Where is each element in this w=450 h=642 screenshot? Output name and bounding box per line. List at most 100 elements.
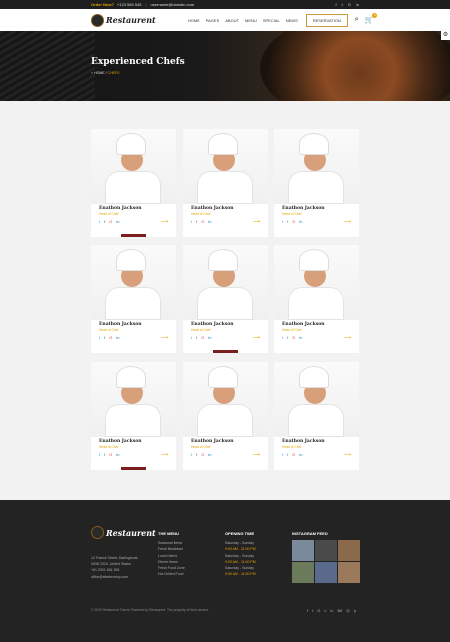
chef-name[interactable]: Enathon Jackson bbox=[99, 439, 142, 444]
dribbble-icon[interactable]: ◎ bbox=[346, 608, 350, 613]
twitter-icon[interactable]: t bbox=[282, 452, 283, 457]
chef-name[interactable]: Enathon Jackson bbox=[282, 439, 325, 444]
google-icon[interactable]: G bbox=[317, 608, 320, 613]
nav-item-menu[interactable]: MENU bbox=[245, 18, 257, 23]
chef-card[interactable]: Enathon Jackson Head of Chef t f Gin ⟶ bbox=[91, 362, 176, 470]
instagram-photo[interactable] bbox=[292, 540, 314, 561]
pinterest-icon[interactable]: p bbox=[354, 608, 356, 613]
google-icon[interactable]: G bbox=[292, 335, 295, 340]
hero-background bbox=[0, 31, 95, 101]
facebook-icon[interactable]: f bbox=[287, 452, 288, 457]
vimeo-icon[interactable]: v bbox=[324, 608, 326, 613]
facebook-icon[interactable]: f bbox=[104, 452, 105, 457]
chef-name[interactable]: Enathon Jackson bbox=[99, 322, 142, 327]
instagram-photo[interactable] bbox=[292, 562, 314, 583]
twitter-icon[interactable]: t bbox=[342, 2, 343, 7]
cart-icon[interactable]: 🛒 0 bbox=[365, 13, 378, 24]
site-logo[interactable]: Restaurent bbox=[91, 13, 156, 27]
twitter-icon[interactable]: t bbox=[99, 219, 100, 224]
twitter-icon[interactable]: t bbox=[312, 608, 313, 613]
behance-icon[interactable]: Bē bbox=[338, 608, 343, 613]
instagram-photo[interactable] bbox=[315, 540, 337, 561]
chef-card[interactable]: Enathon Jackson Head of Chef t f Gin ⟶ bbox=[274, 245, 359, 353]
chef-name[interactable]: Enathon Jackson bbox=[191, 439, 234, 444]
twitter-icon[interactable]: t bbox=[191, 219, 192, 224]
chef-card[interactable]: Enathon Jackson Head of Chef t f Gin ⟶ bbox=[274, 129, 359, 237]
linkedin-icon[interactable]: in bbox=[208, 219, 211, 224]
phone-text[interactable]: +123 565 545 bbox=[117, 2, 142, 7]
linkedin-icon[interactable]: in bbox=[116, 452, 119, 457]
facebook-icon[interactable]: f bbox=[307, 608, 308, 613]
arrow-right-icon[interactable]: ⟶ bbox=[253, 219, 260, 225]
footer-menu-item[interactable]: Fresh Breakfast bbox=[158, 546, 185, 552]
twitter-icon[interactable]: t bbox=[191, 335, 192, 340]
linkedin-icon[interactable]: in bbox=[330, 608, 333, 613]
instagram-photo[interactable] bbox=[338, 540, 360, 561]
arrow-right-icon[interactable]: ⟶ bbox=[344, 452, 351, 458]
reservation-button[interactable]: RESERVATION bbox=[305, 13, 348, 27]
twitter-icon[interactable]: t bbox=[282, 335, 283, 340]
linkedin-icon[interactable]: in bbox=[116, 219, 119, 224]
chef-name[interactable]: Enathon Jackson bbox=[191, 206, 234, 211]
instagram-photo[interactable] bbox=[338, 562, 360, 583]
arrow-right-icon[interactable]: ⟶ bbox=[344, 219, 351, 225]
chef-name[interactable]: Enathon Jackson bbox=[282, 206, 325, 211]
chef-name[interactable]: Enathon Jackson bbox=[99, 206, 142, 211]
arrow-right-icon[interactable]: ⟶ bbox=[253, 335, 260, 341]
google-icon[interactable]: G bbox=[292, 452, 295, 457]
nav-item-about[interactable]: ABOUT bbox=[225, 18, 239, 23]
search-icon[interactable]: ⌕ bbox=[355, 16, 359, 24]
google-icon[interactable]: G bbox=[201, 219, 204, 224]
facebook-icon[interactable]: f bbox=[196, 335, 197, 340]
settings-gear-icon[interactable]: ⚙ bbox=[441, 31, 450, 40]
google-icon[interactable]: G bbox=[292, 219, 295, 224]
twitter-icon[interactable]: t bbox=[191, 452, 192, 457]
twitter-icon[interactable]: t bbox=[99, 335, 100, 340]
arrow-right-icon[interactable]: ⟶ bbox=[344, 335, 351, 341]
google-icon[interactable]: G bbox=[109, 219, 112, 224]
chef-name[interactable]: Enathon Jackson bbox=[282, 322, 325, 327]
facebook-icon[interactable]: f bbox=[104, 335, 105, 340]
instagram-photo[interactable] bbox=[315, 562, 337, 583]
facebook-icon[interactable]: f bbox=[336, 2, 337, 7]
linkedin-icon[interactable]: in bbox=[299, 219, 302, 224]
facebook-icon[interactable]: f bbox=[104, 219, 105, 224]
twitter-icon[interactable]: t bbox=[99, 452, 100, 457]
google-icon[interactable]: G bbox=[348, 2, 351, 7]
twitter-icon[interactable]: t bbox=[282, 219, 283, 224]
arrow-right-icon[interactable]: ⟶ bbox=[161, 452, 168, 458]
facebook-icon[interactable]: f bbox=[196, 452, 197, 457]
footer-email[interactable]: office@sitedevelop.com bbox=[91, 574, 146, 580]
linkedin-icon[interactable]: in bbox=[356, 2, 359, 7]
arrow-right-icon[interactable]: ⟶ bbox=[253, 452, 260, 458]
nav-item-home[interactable]: HOME bbox=[188, 18, 200, 23]
nav-item-news[interactable]: NEWS bbox=[286, 18, 298, 23]
arrow-right-icon[interactable]: ⟶ bbox=[161, 335, 168, 341]
chef-card[interactable]: Enathon Jackson Head of Chef t f Gin ⟶ bbox=[91, 129, 176, 237]
email-text[interactable]: username@domain.com bbox=[151, 2, 195, 7]
nav-item-pages[interactable]: PAGES bbox=[206, 18, 220, 23]
footer-logo[interactable]: Restaurent bbox=[91, 526, 156, 539]
linkedin-icon[interactable]: in bbox=[208, 452, 211, 457]
chef-card[interactable]: Enathon Jackson Head of Chef t f Gin ⟶ bbox=[183, 362, 268, 470]
linkedin-icon[interactable]: in bbox=[299, 335, 302, 340]
google-icon[interactable]: G bbox=[201, 452, 204, 457]
arrow-right-icon[interactable]: ⟶ bbox=[161, 219, 168, 225]
breadcrumb-home[interactable]: HOME bbox=[94, 71, 105, 75]
chef-name[interactable]: Enathon Jackson bbox=[191, 322, 234, 327]
linkedin-icon[interactable]: in bbox=[208, 335, 211, 340]
google-icon[interactable]: G bbox=[109, 452, 112, 457]
linkedin-icon[interactable]: in bbox=[299, 452, 302, 457]
facebook-icon[interactable]: f bbox=[196, 219, 197, 224]
facebook-icon[interactable]: f bbox=[287, 219, 288, 224]
facebook-icon[interactable]: f bbox=[287, 335, 288, 340]
nav-item-special[interactable]: SPECIAL bbox=[263, 18, 280, 23]
chef-card[interactable]: Enathon Jackson Head of Chef t f Gin ⟶ bbox=[91, 245, 176, 353]
chef-card[interactable]: Enathon Jackson Head of Chef t f Gin ⟶ bbox=[183, 245, 268, 353]
footer-menu-item[interactable]: Hot Grilled Food bbox=[158, 571, 185, 577]
google-icon[interactable]: G bbox=[109, 335, 112, 340]
google-icon[interactable]: G bbox=[201, 335, 204, 340]
chef-card[interactable]: Enathon Jackson Head of Chef t f Gin ⟶ bbox=[274, 362, 359, 470]
chef-card[interactable]: Enathon Jackson Head of Chef t f Gin ⟶ bbox=[183, 129, 268, 237]
linkedin-icon[interactable]: in bbox=[116, 335, 119, 340]
